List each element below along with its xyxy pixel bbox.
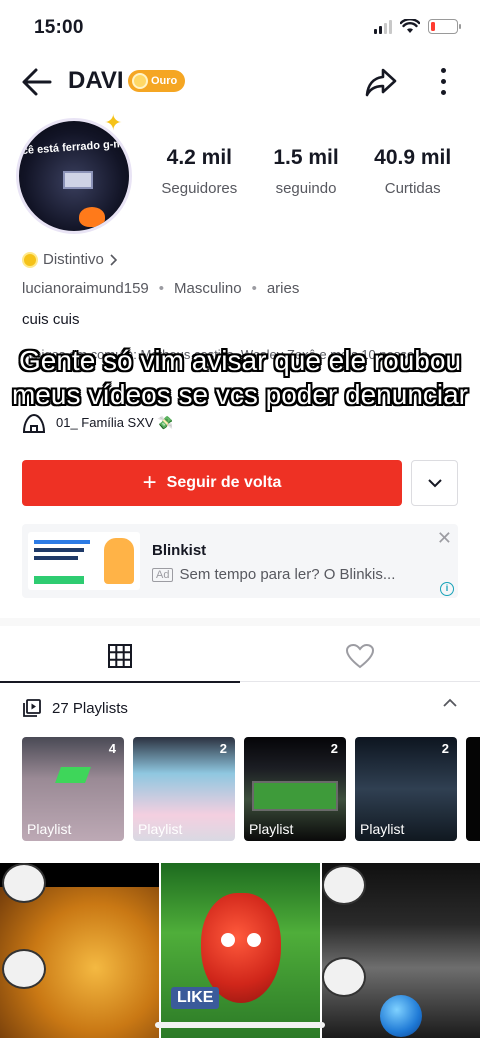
back-arrow-icon[interactable] [20,66,54,98]
profile-bio: cuis cuis [22,311,80,328]
status-time: 15:00 [34,17,84,38]
distinct-badge-icon [22,251,38,268]
profile-stats: 4.2 mil Seguidores 1.5 mil seguindo 40.9… [146,146,466,197]
profile-tabs [0,630,480,683]
distinct-label: Distintivo [43,251,104,268]
troll-face-sticker [2,863,46,903]
playlist-count: 2 [330,741,338,756]
follow-back-label: Seguir de volta [166,474,282,491]
user-meta: lucianoraimund159 • Masculino • aries [22,280,299,297]
chevron-down-icon [427,479,442,488]
wifi-icon [400,19,420,33]
playlists-header[interactable]: 27 Playlists [22,696,458,720]
playlists-count: 27 Playlists [52,699,128,717]
gold-level-badge[interactable]: Ouro [128,70,186,92]
avatar-fire-sticker [79,207,105,227]
playlist-label: Playlist [249,821,294,837]
user-gender: Masculino [174,280,242,297]
coin-icon [132,73,148,89]
ad-subtitle: Sem tempo para ler? O Blinkis... [179,566,396,583]
tab-videos[interactable] [0,630,240,683]
suggestions-dropdown-button[interactable] [411,460,458,506]
badge-label: Ouro [151,75,178,87]
playlist-card[interactable]: 2 Playlist [355,737,457,841]
sponsored-ad[interactable]: Blinkist Ad Sem tempo para ler? O Blinki… [22,524,458,598]
playlist-icon [23,699,41,717]
stat-likes[interactable]: 40.9 mil Curtidas [359,146,466,197]
profile-header: DAVI Ouro [0,60,480,104]
sparkle-icon: ✦ [104,110,123,135]
home-indicator[interactable] [155,1022,325,1028]
avatar-caption: ocê está ferrado g-ma [16,137,130,158]
video-thumbnail[interactable] [0,863,159,1038]
family-text: 01_ Família SXV 💸 [56,415,174,430]
plus-icon: + [142,469,157,496]
family-icon [22,413,46,433]
video-thumbnail[interactable] [322,863,480,1038]
heart-icon [345,643,375,669]
stat-label: Curtidas [384,180,441,197]
ad-thumbnail [28,532,140,590]
ad-info-icon[interactable]: i [440,582,454,596]
playlist-card[interactable]: 2 Playlist [133,737,235,841]
playlist-count: 2 [441,741,449,756]
like-sticker: LIKE [171,987,220,1009]
stat-value: 4.2 mil [166,146,233,169]
follow-back-button[interactable]: + Seguir de volta [22,460,402,506]
battery-level [431,22,435,31]
playlist-label: Playlist [27,821,72,837]
distinct-badge-link[interactable]: Distintivo [22,251,117,268]
playlist-card[interactable]: 4 Playlist [22,737,124,841]
playlist-carousel: 4 Playlist 2 Playlist 2 Playlist 2 Playl… [22,737,480,841]
battery-icon [428,19,461,34]
separator-dot: • [251,280,257,297]
playlist-card[interactable]: 2 Playlist [244,737,346,841]
overlay-caption: Gente só vim avisar que ele roubou meus … [11,345,469,410]
stat-following[interactable]: 1.5 mil seguindo [253,146,360,197]
family-group-link[interactable]: 01_ Família SXV 💸 [22,412,173,434]
playlist-count: 4 [108,741,116,756]
grid-icon [108,644,132,668]
stat-followers[interactable]: 4.2 mil Seguidores [146,146,253,197]
playlist-label: Playlist [138,821,183,837]
status-bar: 15:00 [0,0,480,56]
cellular-signal-icon [374,19,392,34]
tab-liked[interactable] [240,630,480,682]
troll-face-sticker [322,957,366,997]
ad-title: Blinkist [152,542,207,559]
separator-dot: • [158,280,165,297]
avatar-illustration [63,171,93,189]
user-handle: lucianoraimund159 [22,280,149,297]
status-icons [374,19,461,34]
active-tab-indicator [0,681,240,683]
stat-value: 1.5 mil [273,146,339,169]
playlist-card[interactable] [466,737,480,841]
playlist-label: Playlist [360,821,405,837]
video-thumbnail[interactable]: LIKE [161,863,320,1038]
troll-face-sticker [322,865,366,905]
profile-username: DAVI [68,67,124,94]
ad-subtitle-row: Ad Sem tempo para ler? O Blinkis... [152,566,395,583]
close-icon[interactable]: ✕ [437,528,452,549]
video-grid: LIKE [0,863,480,1038]
playlist-count: 2 [219,741,227,756]
troll-face-sticker [2,949,46,989]
chevron-up-icon[interactable] [442,698,458,708]
more-options-icon[interactable] [440,68,446,95]
stat-label: Seguidores [161,180,238,197]
user-sign: aries [266,280,300,297]
stat-value: 40.9 mil [374,146,452,169]
blue-ball-character [380,995,422,1037]
share-icon[interactable] [364,66,398,98]
section-divider [0,618,480,626]
stat-label: seguindo [275,180,337,197]
chevron-right-icon [110,253,117,266]
ad-tag: Ad [152,567,174,582]
